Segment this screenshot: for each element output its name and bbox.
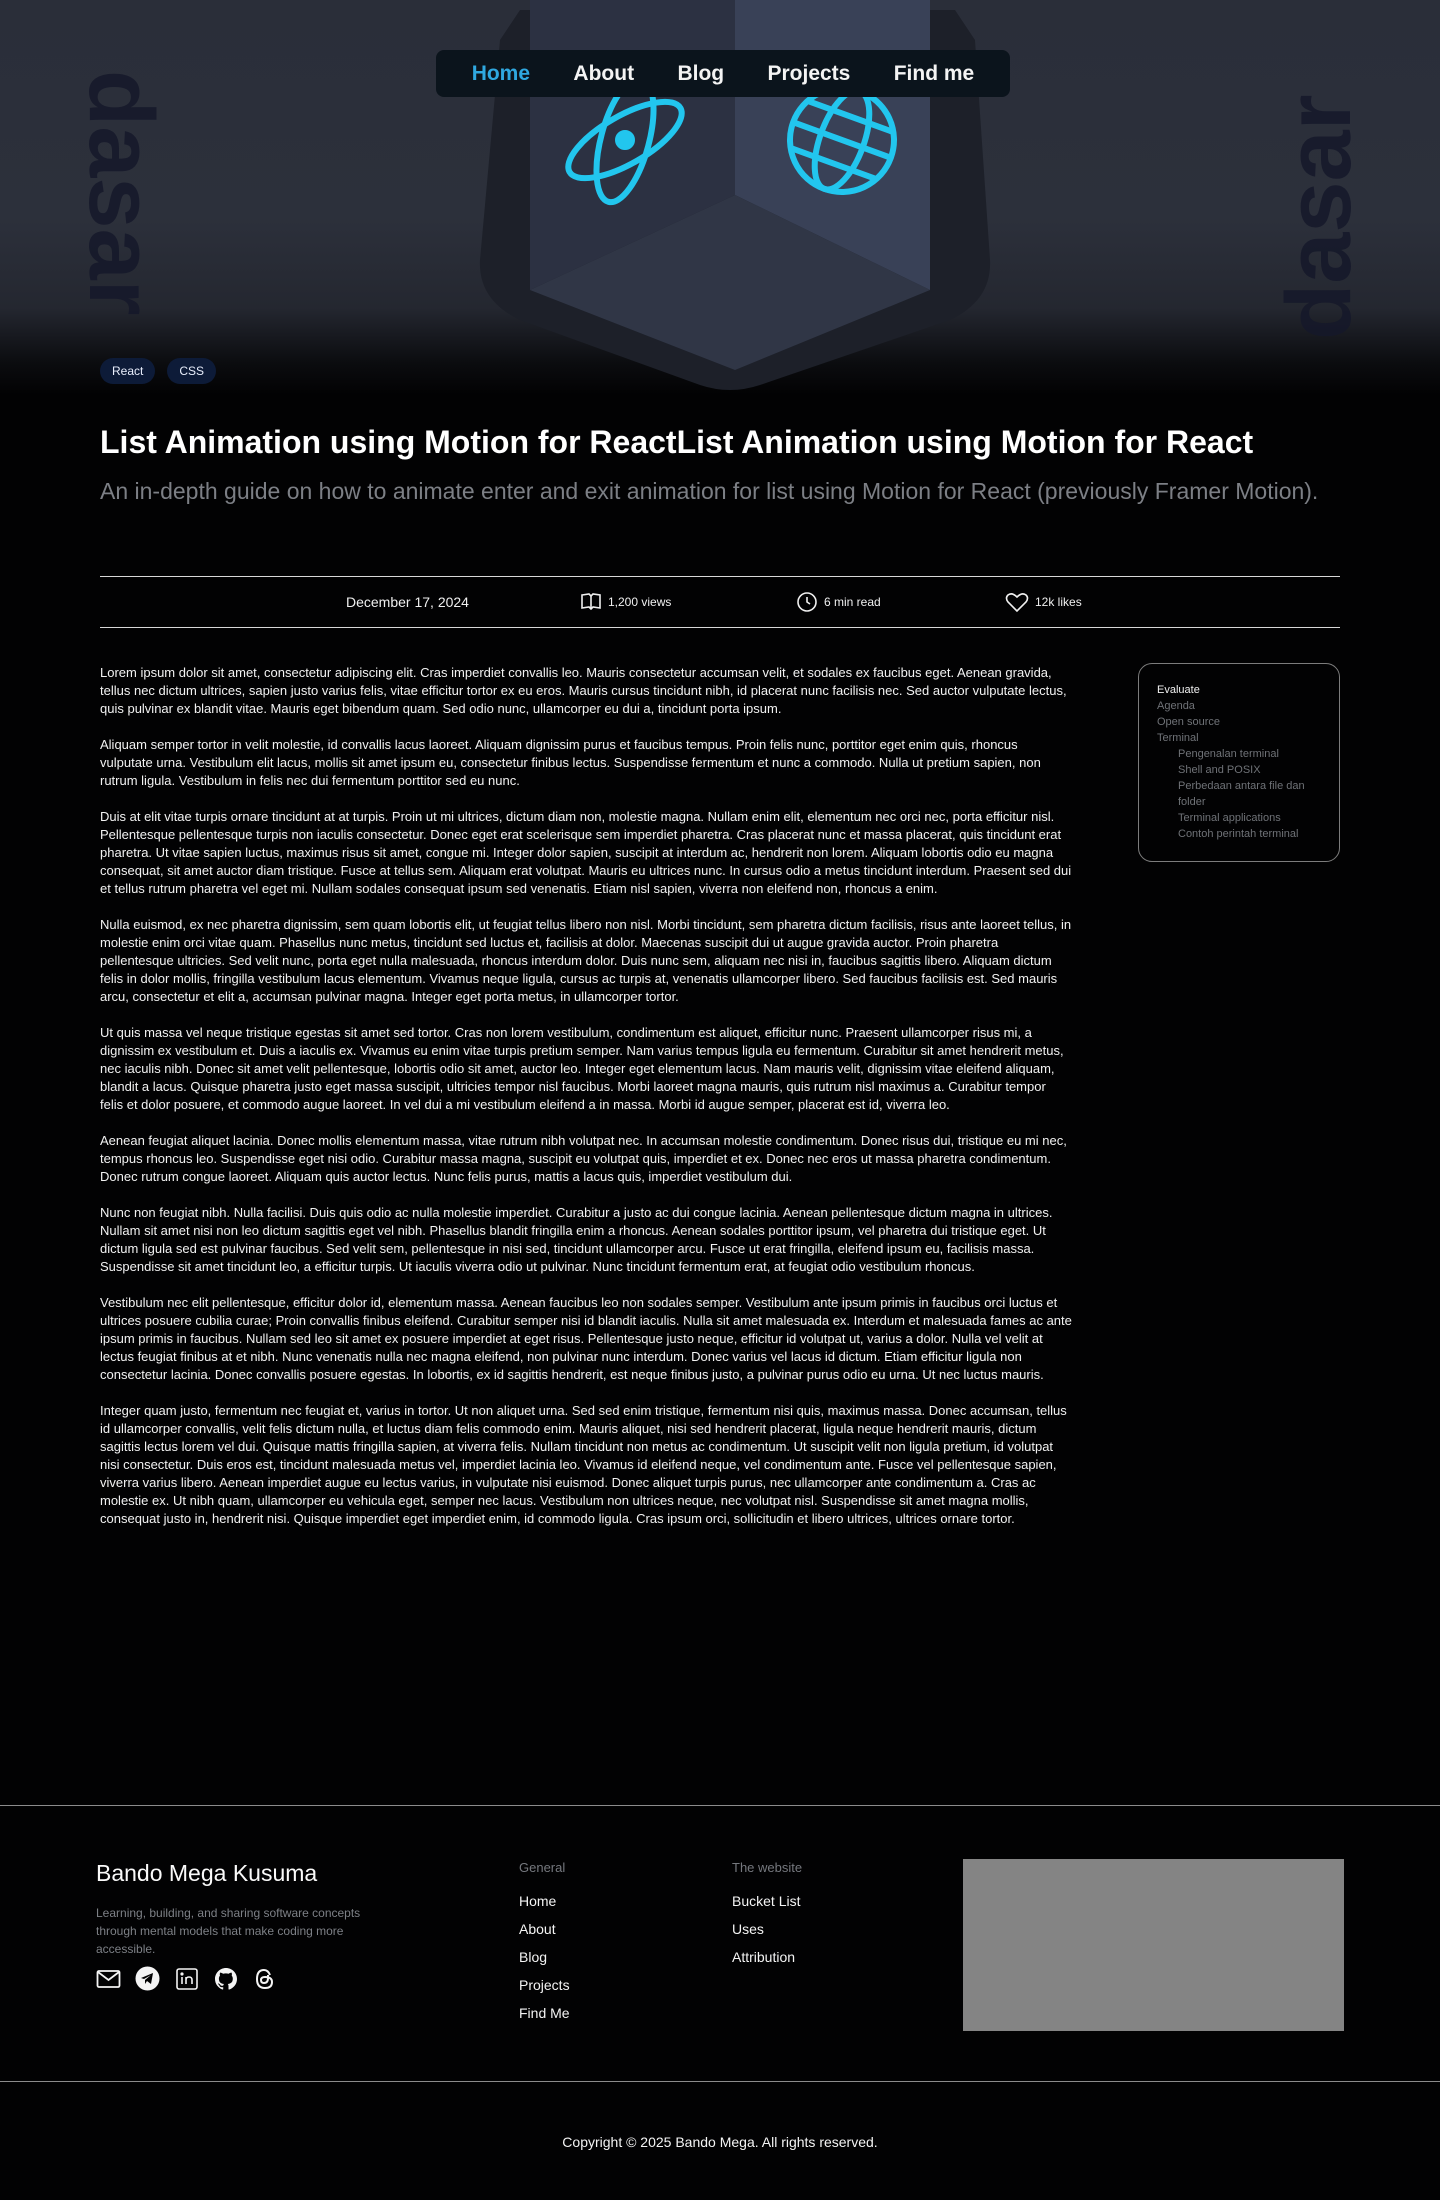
tag-react[interactable]: React (100, 358, 156, 384)
post-read-time: 6 min read (796, 577, 881, 627)
footer-divider-bottom (0, 2081, 1440, 2082)
article-paragraph: Integer quam justo, fermentum nec feugia… (100, 1403, 1067, 1526)
copyright-text: Copyright © 2025 Bando Mega. All rights … (562, 2134, 878, 2150)
nav-home[interactable]: Home (472, 62, 530, 86)
nav-projects[interactable]: Projects (767, 62, 850, 86)
footer-brand[interactable]: Bando Mega Kusuma (96, 1860, 317, 1887)
footer-link-home[interactable]: Home (519, 1893, 570, 1909)
toc-item-terminal[interactable]: Terminal (1157, 730, 1321, 746)
toc-item-file-folder[interactable]: Perbedaan antara file dan folder (1157, 778, 1321, 810)
toc-item-contoh-perintah[interactable]: Contoh perintah terminal (1157, 826, 1321, 842)
footer-link-about[interactable]: About (519, 1921, 570, 1937)
footer-link-attribution[interactable]: Attribution (732, 1949, 802, 1965)
footer-description: Learning, building, and sharing software… (96, 1906, 361, 1956)
clock-icon (797, 592, 817, 612)
post-likes[interactable]: 12k likes (1005, 577, 1082, 627)
linkedin-icon[interactable] (174, 1966, 199, 1991)
toc-item-terminal-apps[interactable]: Terminal applications (1157, 810, 1321, 826)
article-paragraph: Vestibulum nec elit pellentesque, effici… (100, 1295, 1072, 1382)
article-body: Lorem ipsum dolor sit amet, consectetur … (100, 664, 1072, 1546)
article-paragraph: Aliquam semper tortor in velit molestie,… (100, 737, 1041, 788)
nav-about[interactable]: About (573, 62, 634, 86)
nav-find-me[interactable]: Find me (894, 62, 975, 86)
article-paragraph: Nulla euismod, ex nec pharetra dignissim… (100, 917, 1072, 1004)
likes-text: 12k likes (1035, 595, 1082, 609)
top-navigation: Home About Blog Projects Find me (436, 50, 1010, 97)
article-paragraph: Duis at elit vitae turpis ornare tincidu… (100, 809, 1072, 896)
toc-item-shell-posix[interactable]: Shell and POSIX (1157, 762, 1321, 778)
social-links (96, 1966, 277, 1991)
footer-link-uses[interactable]: Uses (732, 1921, 802, 1937)
post-subtitle: An in-depth guide on how to animate ente… (100, 478, 1319, 504)
mail-icon[interactable] (96, 1966, 121, 1991)
footer-link-find-me[interactable]: Find Me (519, 2005, 570, 2021)
article-paragraph: Nunc non feugiat nibh. Nulla facilisi. D… (100, 1205, 1053, 1274)
table-of-contents: Evaluate Agenda Open source Terminal Pen… (1138, 663, 1340, 862)
read-time-text: 6 min read (824, 595, 881, 609)
github-icon[interactable] (213, 1966, 238, 1991)
heart-icon[interactable] (1005, 591, 1029, 613)
post-title: List Animation using Motion for ReactLis… (100, 424, 1254, 460)
hero-banner: dasar dasar Home About Blog Projects Fin… (0, 0, 1440, 395)
book-icon (581, 593, 601, 611)
post-date-text: December 17, 2024 (346, 594, 469, 610)
toc-item-evaluate[interactable]: Evaluate (1157, 682, 1321, 698)
hero-watermark-left: dasar (70, 70, 172, 316)
toc-item-open-source[interactable]: Open source (1157, 714, 1321, 730)
article-paragraph: Ut quis massa vel neque tristique egesta… (100, 1025, 1064, 1112)
tag-css[interactable]: CSS (167, 358, 217, 384)
footer-divider-top (0, 1805, 1440, 1806)
footer-website-column: The website Bucket List Uses Attribution (732, 1860, 802, 1977)
hero-watermark-right: dasar (1268, 95, 1370, 341)
footer-link-bucket-list[interactable]: Bucket List (732, 1893, 802, 1909)
footer-general-column: General Home About Blog Projects Find Me (519, 1860, 570, 2033)
post-date: December 17, 2024 (346, 577, 469, 627)
footer-image-placeholder (963, 1859, 1344, 2031)
toc-item-pengenalan-terminal[interactable]: Pengenalan terminal (1157, 746, 1321, 762)
footer-website-heading: The website (732, 1860, 803, 1875)
footer-link-projects[interactable]: Projects (519, 1977, 570, 1993)
post-meta-bar: December 17, 2024 1,200 views 6 min read… (100, 576, 1340, 628)
threads-icon[interactable] (252, 1966, 277, 1991)
article-paragraph: Aenean feugiat aliquet lacinia. Donec mo… (100, 1133, 1067, 1184)
article-paragraph: Lorem ipsum dolor sit amet, consectetur … (100, 665, 1067, 716)
footer-general-heading: General (519, 1860, 566, 1875)
tag-list: React CSS (100, 358, 217, 384)
post-views: 1,200 views (580, 577, 671, 627)
toc-item-agenda[interactable]: Agenda (1157, 698, 1321, 714)
telegram-icon[interactable] (135, 1966, 160, 1991)
footer-link-blog[interactable]: Blog (519, 1949, 570, 1965)
views-text: 1,200 views (608, 595, 672, 609)
nav-blog[interactable]: Blog (677, 62, 724, 86)
